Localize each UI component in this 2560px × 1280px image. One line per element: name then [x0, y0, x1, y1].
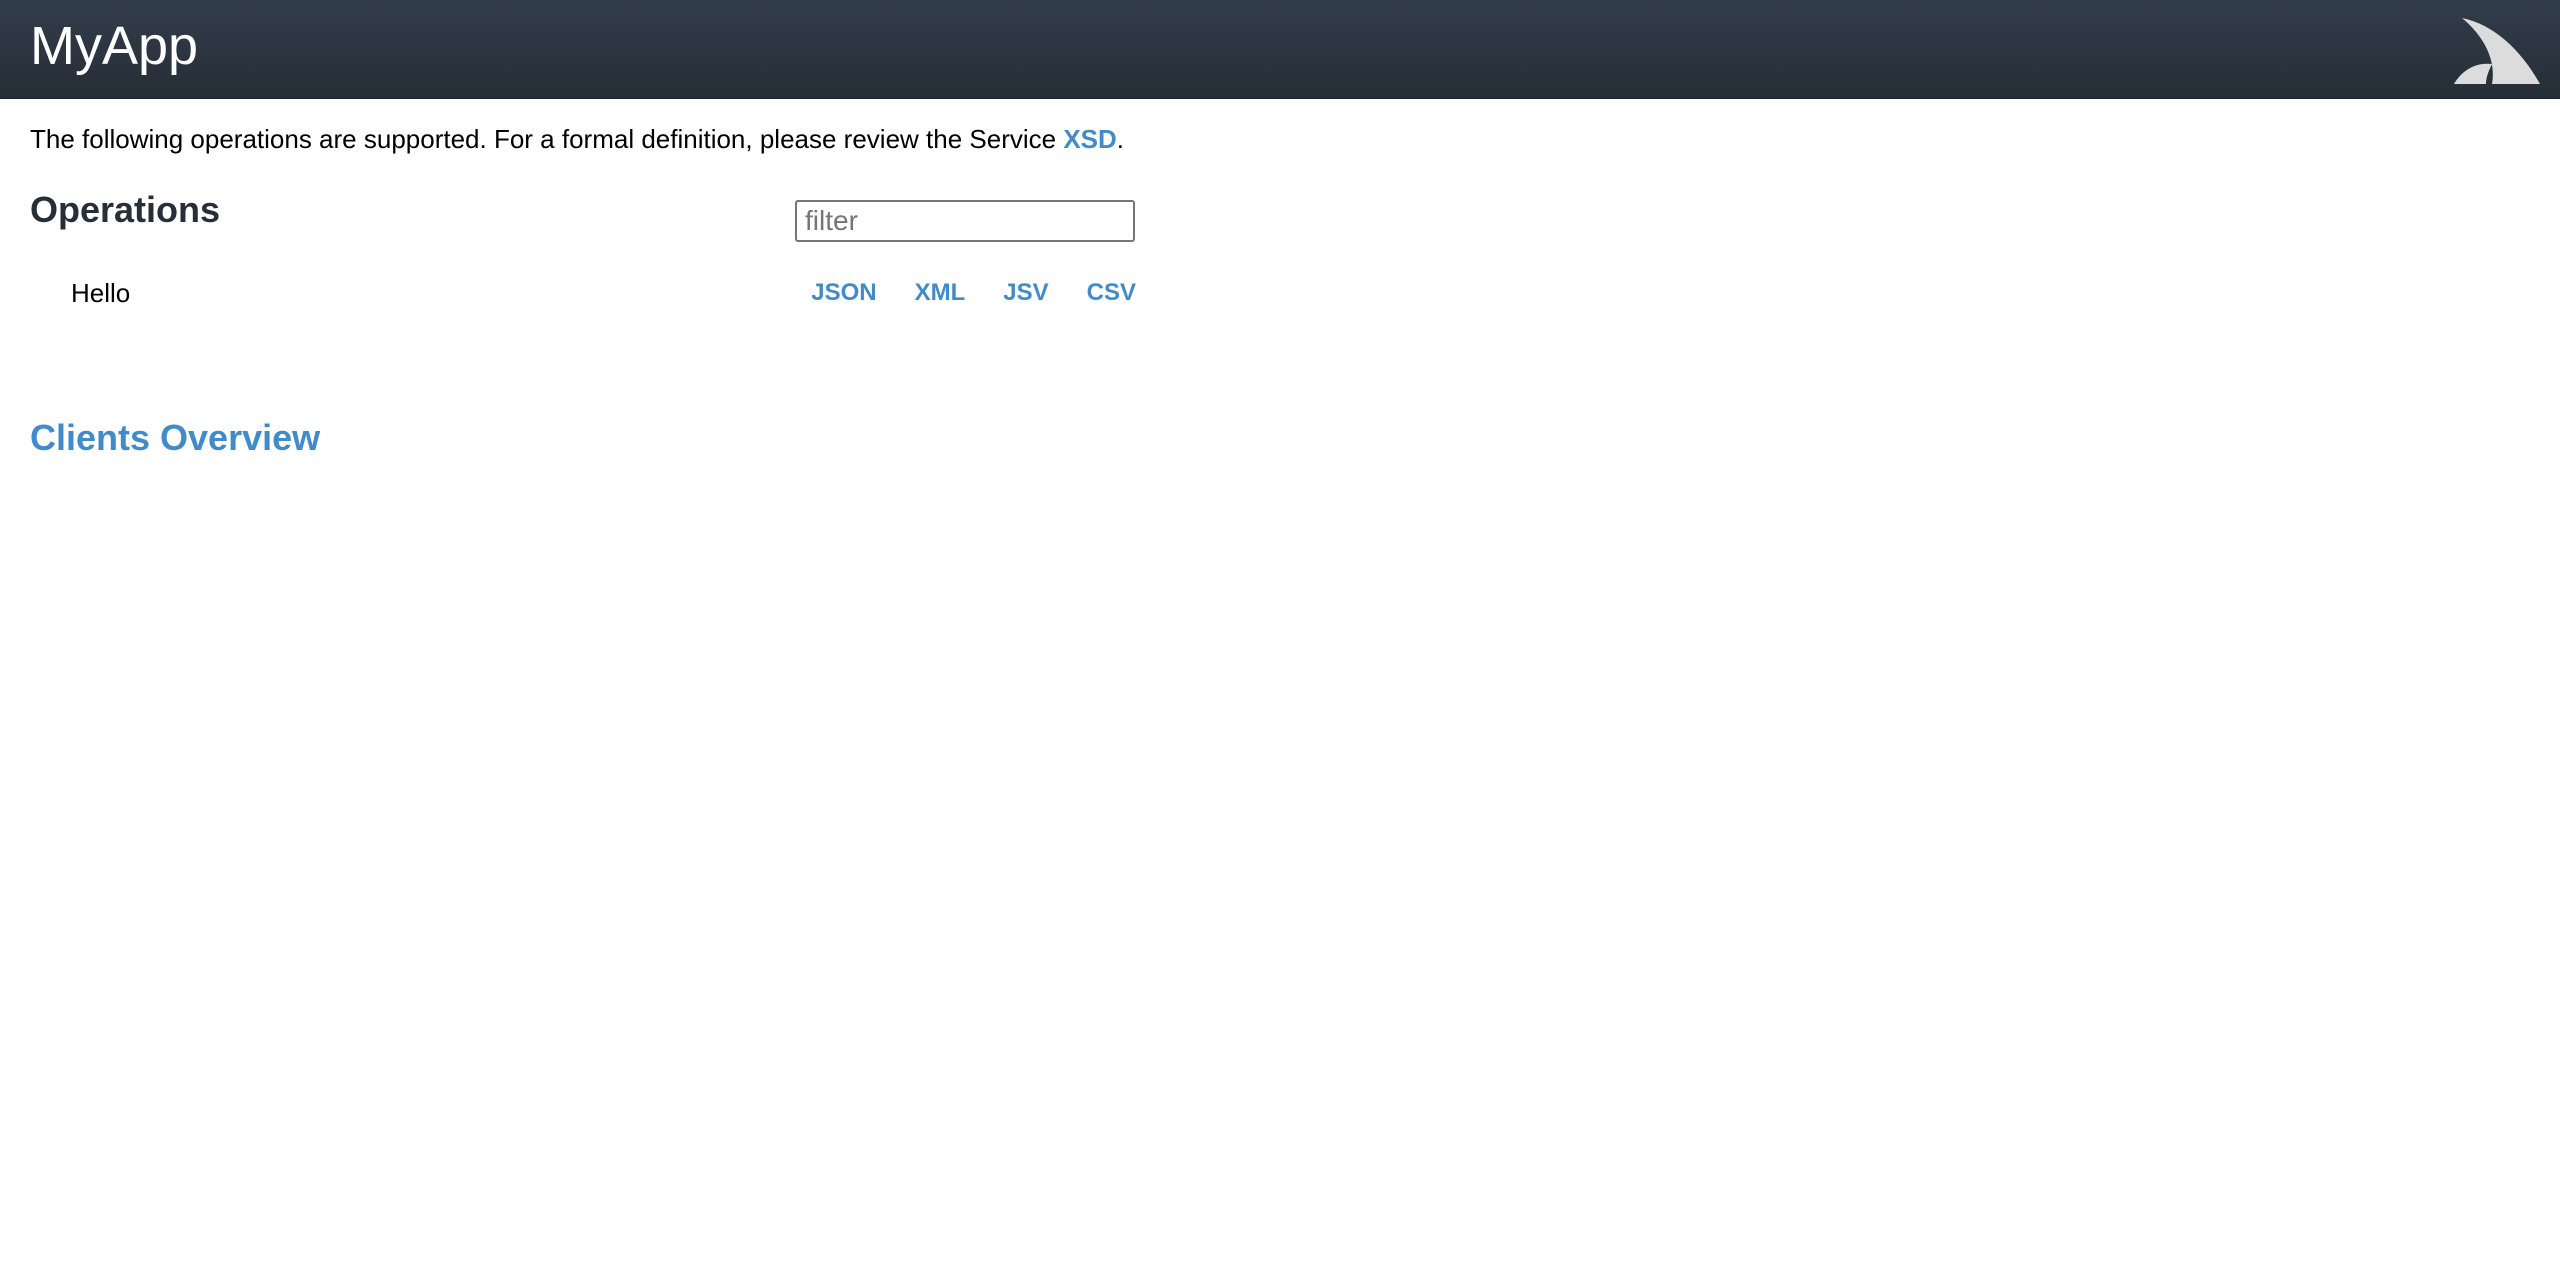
intro-text: The following operations are supported. … [30, 122, 1124, 156]
xml-format-link[interactable]: XML [915, 276, 966, 310]
intro-text-before: The following operations are supported. … [30, 124, 1064, 154]
operations-heading: Operations [30, 189, 221, 230]
json-format-link[interactable]: JSON [811, 276, 876, 310]
xsd-link[interactable]: XSD [1063, 124, 1116, 154]
servicestack-logo-icon[interactable] [2452, 14, 2544, 86]
jsv-format-link[interactable]: JSV [1003, 276, 1048, 310]
filter-input[interactable] [795, 200, 1135, 242]
operation-name[interactable]: Hello [71, 276, 130, 310]
intro-text-after: . [1116, 124, 1125, 154]
operation-row: Hello JSON XML JSV CSV [30, 274, 1136, 314]
format-links: JSON XML JSV CSV [773, 276, 1136, 310]
app-header: MyApp [0, 0, 2560, 99]
clients-overview-link[interactable]: Clients Overview [30, 417, 320, 458]
clients-overview-heading: Clients Overview [30, 414, 320, 462]
csv-format-link[interactable]: CSV [1087, 276, 1136, 310]
app-title[interactable]: MyApp [30, 14, 198, 78]
